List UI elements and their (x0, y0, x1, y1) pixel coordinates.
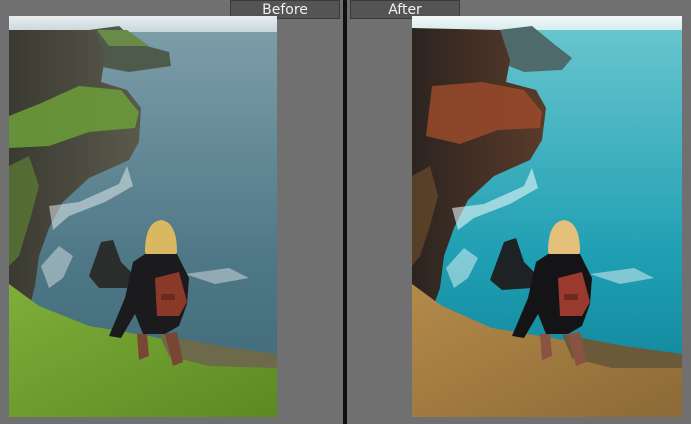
after-photo-image (412, 16, 682, 417)
before-photo-image (9, 16, 277, 417)
before-photo (9, 16, 277, 417)
after-photo (412, 16, 682, 417)
